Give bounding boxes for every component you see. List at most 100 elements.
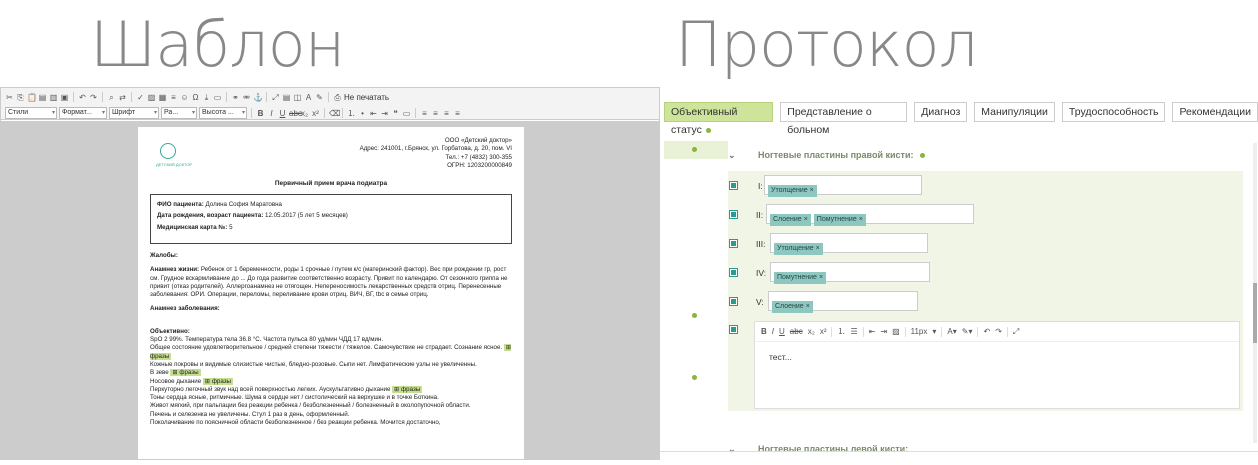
unlink-icon[interactable]: ⚮ (242, 93, 251, 102)
section-left-hand-header[interactable]: ⌄ Ногтевые пластины левой кисти: (728, 437, 1243, 461)
paste-word-icon[interactable]: ▥ (49, 93, 58, 102)
undo-icon[interactable]: ↶ (983, 327, 990, 336)
text-color-icon[interactable]: A (304, 93, 313, 102)
undo-icon[interactable]: ↶ (78, 93, 87, 102)
blockquote-icon[interactable]: ❝ (391, 109, 400, 118)
replace-icon[interactable]: ⇄ (118, 93, 127, 102)
superscript-icon[interactable]: x² (311, 109, 320, 118)
chevron-down-icon[interactable]: ▾ (932, 327, 936, 336)
text-color-icon[interactable]: A▾ (947, 327, 956, 336)
scrollbar[interactable] (1253, 143, 1257, 443)
remove-tag-icon[interactable]: × (806, 303, 810, 310)
notes-editor-text[interactable]: тест... (755, 342, 1239, 372)
row-checkbox[interactable] (729, 297, 738, 306)
image-icon[interactable]: ▨ (892, 327, 900, 336)
underline-icon[interactable]: U (779, 327, 785, 336)
strike-icon[interactable]: abc (289, 109, 302, 118)
underline-icon[interactable]: U (278, 109, 287, 118)
styles-select[interactable]: Стили (5, 107, 57, 119)
iframe-icon[interactable]: ▭ (213, 93, 222, 102)
bold-icon[interactable]: B (256, 109, 265, 118)
nail-IV-input[interactable]: Помутнение × (770, 262, 930, 284)
hr-icon[interactable]: ≡ (169, 93, 178, 102)
indent-icon[interactable]: ⇥ (380, 109, 389, 118)
italic-icon[interactable]: I (772, 327, 774, 336)
numbered-list-icon[interactable]: ⒈ (347, 109, 356, 118)
redo-icon[interactable]: ↷ (995, 327, 1002, 336)
nail-III-input[interactable]: Утолщение × (770, 233, 928, 255)
subscript-icon[interactable]: x₂ (300, 109, 309, 118)
outdent-icon[interactable]: ⇤ (869, 327, 876, 336)
smiley-icon[interactable]: ☺ (180, 93, 189, 102)
show-blocks-icon[interactable]: ▤ (282, 93, 291, 102)
strike-icon[interactable]: abc (790, 327, 803, 336)
no-print-label[interactable]: Не печатать (344, 93, 389, 102)
outdent-icon[interactable]: ⇤ (369, 109, 378, 118)
row-checkbox[interactable] (729, 210, 738, 219)
phrases-chip[interactable]: ⊞ фразы (202, 377, 234, 385)
nail-I-input[interactable]: Утолщение × (764, 175, 922, 197)
special-char-icon[interactable]: Ω (191, 93, 200, 102)
spellcheck-icon[interactable]: ✓ (136, 93, 145, 102)
font-select[interactable]: Шрифт (109, 107, 159, 119)
bg-color-icon[interactable]: ✎▾ (962, 327, 973, 336)
anchor-icon[interactable]: ⚓ (253, 93, 263, 102)
align-center-icon[interactable]: ≡ (431, 109, 440, 118)
remove-tag-icon[interactable]: × (859, 216, 863, 223)
copy-icon[interactable]: ⎘ (16, 93, 25, 102)
nail-II-input[interactable]: Слоение × Помутнение × (766, 204, 974, 226)
tab-manipulations[interactable]: Манипуляции (974, 102, 1055, 122)
phrases-chip[interactable]: ⊞ фразы (170, 369, 201, 377)
redo-icon[interactable]: ↷ (89, 93, 98, 102)
remove-tag-icon[interactable]: × (819, 274, 823, 281)
align-justify-icon[interactable]: ≡ (453, 109, 462, 118)
image-icon[interactable]: ▨ (147, 93, 156, 102)
row-checkbox[interactable] (729, 239, 738, 248)
pagebreak-icon[interactable]: ⤓ (202, 93, 211, 102)
chevron-down-icon[interactable]: ⌄ (728, 142, 736, 168)
align-left-icon[interactable]: ≡ (420, 109, 429, 118)
row-checkbox[interactable] (729, 325, 738, 334)
size-select[interactable]: Ра... (161, 107, 197, 119)
indent-icon[interactable]: ⇥ (880, 327, 887, 336)
no-print-icon[interactable]: ⎙ (333, 93, 342, 102)
remove-tag-icon[interactable]: × (810, 187, 814, 194)
find-icon[interactable]: ⌕ (107, 93, 116, 102)
row-checkbox[interactable] (729, 268, 738, 277)
subscript-icon[interactable]: x₂ (808, 327, 815, 336)
bold-icon[interactable]: B (761, 327, 767, 336)
scrollbar-thumb[interactable] (1253, 283, 1257, 343)
italic-icon[interactable]: I (267, 109, 276, 118)
tab-patient-overview[interactable]: Представление о больном (780, 102, 908, 136)
row-checkbox[interactable] (729, 181, 738, 190)
nail-V-input[interactable]: Слоение × (768, 291, 918, 313)
table-icon[interactable]: ▦ (158, 93, 167, 102)
section-right-hand-header[interactable]: ⌄ Ногтевые пластины правой кисти: (728, 142, 1243, 168)
chevron-down-icon[interactable]: ⌄ (728, 437, 736, 461)
paste-icon[interactable]: 📋 (27, 93, 37, 102)
tab-diagnosis[interactable]: Диагноз (914, 102, 968, 122)
div-icon[interactable]: ▭ (402, 109, 411, 118)
document-page[interactable]: ДЕТСКИЙ ДОКТОР ООО «Детский доктор» Адре… (138, 127, 524, 459)
bullet-list-icon[interactable]: ☰ (850, 327, 857, 336)
tab-work-capacity[interactable]: Трудоспособность (1061, 102, 1166, 122)
maximize-icon[interactable]: ⤢ (271, 93, 280, 102)
font-size-select[interactable]: 11px (911, 327, 928, 336)
cut-icon[interactable]: ✂ (5, 93, 14, 102)
link-icon[interactable]: ⚭ (231, 93, 240, 102)
remove-tag-icon[interactable]: × (804, 216, 808, 223)
numbered-list-icon[interactable]: ⒈ (837, 326, 845, 337)
tab-recommendations[interactable]: Рекомендации (1172, 102, 1258, 122)
phrases-chip[interactable]: ⊞ фразы (392, 385, 423, 393)
format-select[interactable]: Формат... (59, 107, 107, 119)
line-height-select[interactable]: Высота ... (199, 107, 247, 119)
source-icon[interactable]: ◫ (293, 93, 302, 102)
tab-objective-status[interactable]: Объективный статус (664, 102, 774, 136)
bullet-list-icon[interactable]: • (358, 109, 367, 118)
save-icon[interactable]: ▣ (60, 93, 69, 102)
align-right-icon[interactable]: ≡ (442, 109, 451, 118)
bg-color-icon[interactable]: ✎ (315, 93, 324, 102)
superscript-icon[interactable]: x² (820, 327, 827, 336)
maximize-icon[interactable]: ⤢ (1013, 327, 1019, 337)
remove-format-icon[interactable]: ⌫ (329, 109, 340, 118)
